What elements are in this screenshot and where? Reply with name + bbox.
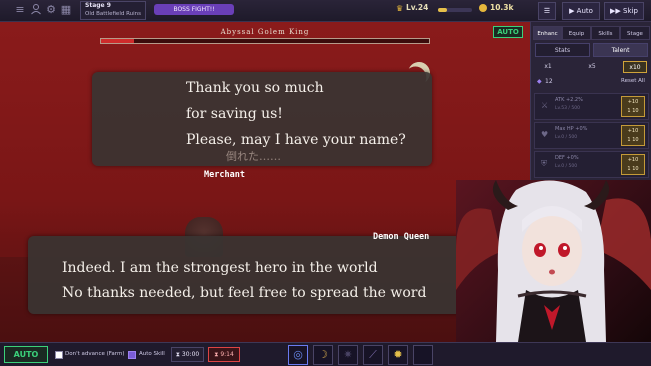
timer-red[interactable]: ⧗ 9:14: [208, 347, 240, 362]
dialog-line: Thank you so much: [186, 80, 324, 96]
subtab-stats[interactable]: Stats: [535, 43, 590, 57]
boss-fight-button[interactable]: BOSS FIGHT!!: [154, 4, 234, 15]
stat-label: ATK +2.2%: [555, 97, 583, 103]
talent-points: 12: [545, 78, 553, 85]
dialog-line: Indeed. I am the strongest hero in the w…: [62, 260, 378, 276]
dialog-line: Please, may I have your name?: [186, 132, 406, 148]
stat-level: Lv.0 / 500: [555, 135, 578, 140]
menu-list-icon[interactable]: ☰: [538, 2, 556, 20]
skill-slot-4[interactable]: ⟋: [363, 345, 383, 365]
level-progress-bar: [438, 8, 472, 12]
dont-advance-label: Don't advance (Farm): [65, 351, 125, 357]
user-icon[interactable]: [29, 3, 43, 17]
stat-level: Lv.0 / 500: [555, 164, 578, 169]
tab-enhance[interactable]: Enhanc: [533, 26, 562, 40]
menu-icon[interactable]: ≡: [13, 3, 27, 17]
timer-value: 30:00: [181, 351, 200, 358]
demon-queen-portrait: [456, 180, 651, 342]
dialog-line: for saving us!: [186, 106, 283, 122]
shield-icon: ⛨: [541, 159, 547, 168]
timer-value: 9:14: [220, 351, 234, 358]
upgrade-button[interactable]: +10 1 10: [621, 154, 645, 175]
points-icon: ◆: [537, 78, 542, 85]
auto-skill-checkbox[interactable]: [128, 351, 136, 359]
tab-stage[interactable]: Stage: [620, 26, 650, 40]
stage-name: Old Battlefield Ruins: [85, 11, 142, 17]
upgrade-amount: +10: [627, 99, 639, 105]
auto-button[interactable]: ▶ Auto: [562, 2, 600, 20]
subtab-talent[interactable]: Talent: [593, 43, 648, 57]
skill-slot-5[interactable]: ✹: [388, 345, 408, 365]
sun-icon: ✹: [393, 348, 403, 361]
gold-amount: 10.3k: [490, 3, 514, 12]
upgrade-amount: +10: [627, 128, 639, 134]
stage-label: Stage 9: [85, 2, 111, 9]
auto-skill-label: Auto Skill: [139, 351, 165, 357]
multiplier-x5[interactable]: x5: [581, 61, 603, 73]
stat-label: DEF +0%: [555, 155, 579, 161]
sword-icon: ⚔: [541, 101, 549, 110]
multiplier-x1[interactable]: x1: [537, 61, 559, 73]
upgrade-cost: 1 10: [627, 166, 639, 172]
vortex-icon: ◎: [293, 348, 303, 361]
skill-slot-3[interactable]: ✷: [338, 345, 358, 365]
upgrade-cost: 1 10: [627, 137, 639, 143]
top-bar: ≡ ⚙ ▦ Stage 9 Old Battlefield Ruins BOSS…: [0, 0, 651, 22]
tab-skills[interactable]: Skills: [591, 26, 620, 40]
faded-dialog-text: 倒れた……: [226, 150, 281, 163]
skip-button[interactable]: ▶▶ Skip: [604, 2, 644, 20]
stage-info[interactable]: Stage 9 Old Battlefield Ruins: [80, 1, 146, 20]
slash-icon: ⟋: [369, 348, 377, 361]
player-level: Lv.24: [406, 3, 429, 12]
stat-row-hp: ♥ Max HP +0% Lv.0 / 500 +10 1 10: [534, 122, 649, 149]
auto-badge[interactable]: AUTO: [493, 26, 523, 38]
boss-name: Abyssal Golem King: [220, 28, 310, 36]
skill-slot-1[interactable]: ◎: [288, 345, 308, 365]
star-icon: ✷: [343, 348, 353, 361]
boss-hp-bar: [100, 38, 430, 44]
reset-all-button[interactable]: Reset All: [621, 78, 645, 84]
heart-icon: ♥: [541, 130, 549, 139]
bottom-bar: AUTO Don't advance (Farm) Auto Skill ⧗ 3…: [0, 342, 651, 366]
upgrade-button[interactable]: +10 1 10: [621, 96, 645, 117]
auto-battle-button[interactable]: AUTO: [4, 346, 48, 363]
stat-level: Lv.53 / 500: [555, 106, 580, 111]
upgrade-cost: 1 10: [627, 108, 639, 114]
stat-row-atk: ⚔ ATK +2.2% Lv.53 / 500 +10 1 10: [534, 93, 649, 120]
dialog-line: No thanks needed, but feel free to sprea…: [62, 285, 427, 301]
tab-equip[interactable]: Equip: [562, 26, 591, 40]
timer-hourglass[interactable]: ⧗ 30:00: [171, 347, 204, 362]
stat-row-def: ⛨ DEF +0% Lv.0 / 500 +10 1 10: [534, 151, 649, 178]
grid-icon[interactable]: ▦: [59, 3, 73, 17]
crown-icon: ♛: [396, 4, 404, 13]
skill-slot-6[interactable]: [413, 345, 433, 365]
upgrade-button[interactable]: +10 1 10: [621, 125, 645, 146]
gold-coin-icon: [479, 4, 487, 12]
upgrade-amount: +10: [627, 157, 639, 163]
skill-slot-2[interactable]: ☽: [313, 345, 333, 365]
demon-queen-dialog-box[interactable]: Indeed. I am the strongest hero in the w…: [28, 236, 508, 314]
crescent-icon: ☽: [318, 348, 328, 361]
speaker-name-merchant: Merchant: [204, 170, 245, 180]
speaker-name-demon-queen: Demon Queen: [373, 232, 430, 242]
dont-advance-checkbox[interactable]: [55, 351, 63, 359]
multiplier-x10[interactable]: x10: [623, 61, 647, 73]
gear-icon[interactable]: ⚙: [44, 3, 58, 17]
stat-label: Max HP +0%: [555, 126, 588, 132]
